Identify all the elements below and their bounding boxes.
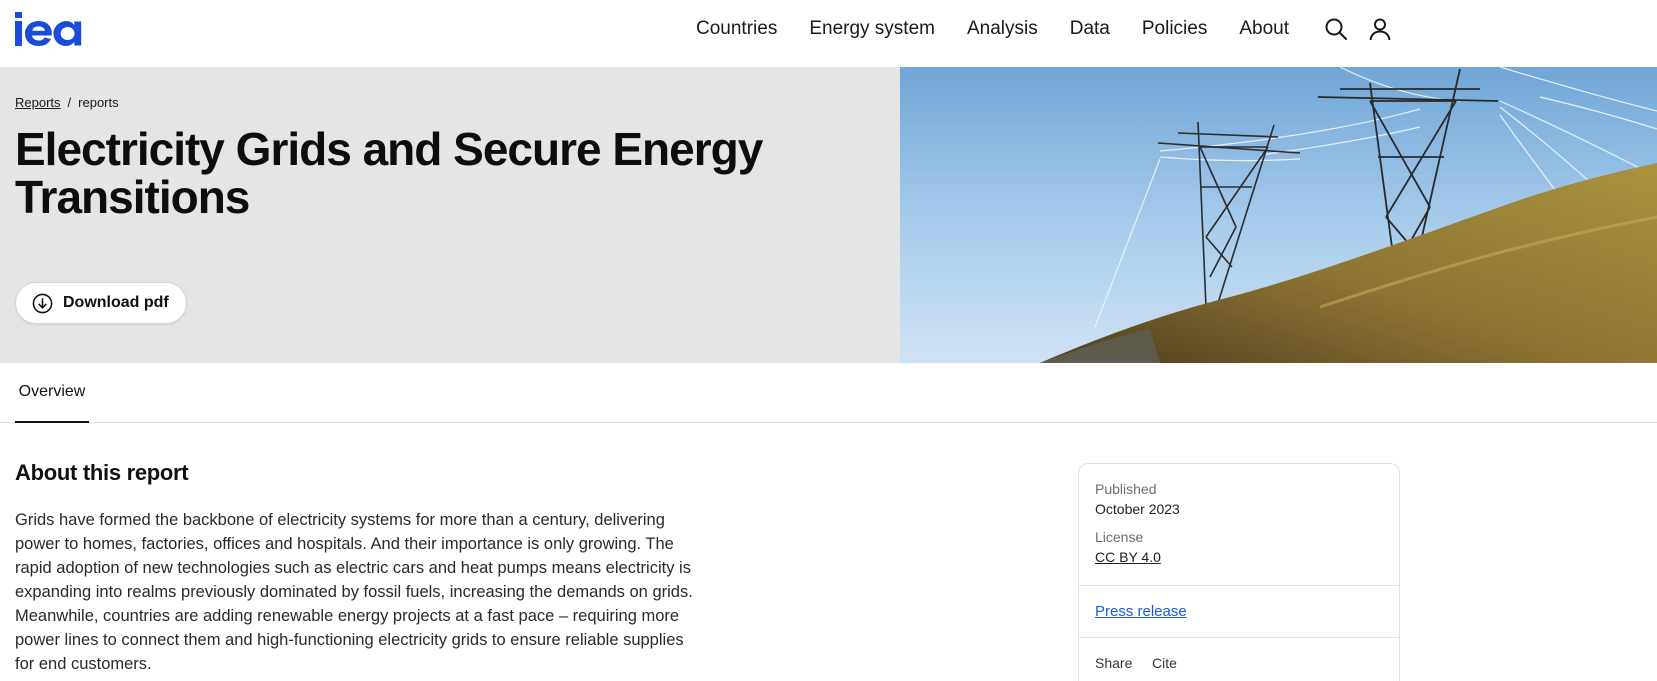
report-tabs: Overview bbox=[0, 363, 1657, 423]
cite-button[interactable]: Cite bbox=[1152, 655, 1177, 671]
license-link[interactable]: CC BY 4.0 bbox=[1095, 549, 1161, 565]
published-label: Published bbox=[1095, 481, 1157, 497]
card-divider bbox=[1079, 637, 1399, 638]
breadcrumb: Reports / reports bbox=[15, 95, 119, 110]
breadcrumb-separator: / bbox=[67, 95, 72, 110]
breadcrumb-current: reports bbox=[78, 95, 119, 110]
nav-policies[interactable]: Policies bbox=[1142, 18, 1207, 40]
search-icon[interactable] bbox=[1324, 17, 1348, 41]
breadcrumb-reports-link[interactable]: Reports bbox=[15, 95, 61, 110]
download-icon bbox=[32, 293, 53, 313]
download-pdf-label: Download pdf bbox=[63, 294, 169, 311]
press-release-link[interactable]: Press release bbox=[1095, 603, 1187, 620]
nav-energy-system[interactable]: Energy system bbox=[809, 18, 935, 40]
main-nav: Countries Energy system Analysis Data Po… bbox=[696, 0, 1321, 58]
report-description: Grids have formed the backbone of electr… bbox=[15, 511, 693, 673]
report-meta-card: Published October 2023 License CC BY 4.0… bbox=[1078, 463, 1400, 681]
license-label: License bbox=[1095, 529, 1144, 545]
published-date: October 2023 bbox=[1095, 501, 1180, 517]
user-icon[interactable] bbox=[1368, 17, 1392, 41]
hero-image-power-pylons bbox=[900, 67, 1657, 363]
nav-analysis[interactable]: Analysis bbox=[967, 18, 1038, 40]
site-header: Countries Energy system Analysis Data Po… bbox=[0, 0, 1657, 67]
nav-data[interactable]: Data bbox=[1070, 18, 1110, 40]
download-pdf-button[interactable]: Download pdf bbox=[15, 282, 187, 324]
page-title: Electricity Grids and Secure Energy Tran… bbox=[15, 123, 763, 223]
nav-countries[interactable]: Countries bbox=[696, 18, 777, 40]
nav-about[interactable]: About bbox=[1239, 18, 1289, 40]
tab-overview[interactable]: Overview bbox=[15, 363, 89, 423]
share-button[interactable]: Share bbox=[1095, 655, 1132, 671]
iea-logo[interactable] bbox=[15, 12, 97, 46]
report-hero: Reports / reports Electricity Grids and … bbox=[0, 67, 1657, 363]
card-divider bbox=[1079, 585, 1399, 586]
section-title: About this report bbox=[15, 460, 189, 485]
